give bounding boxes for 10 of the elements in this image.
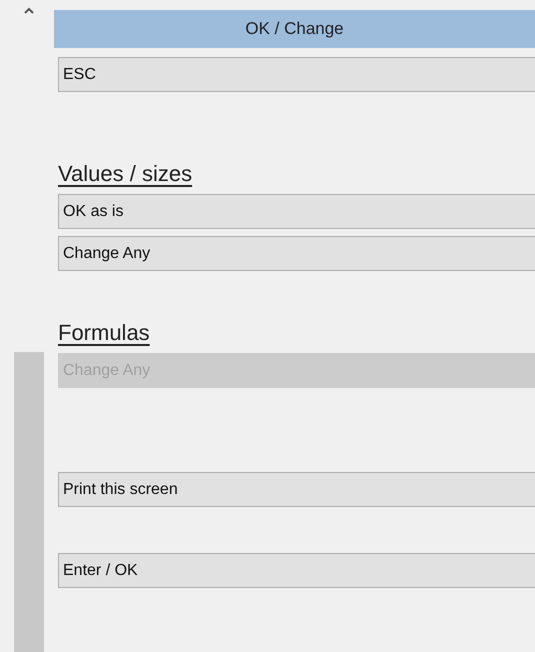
header-bar: OK / Change: [54, 10, 535, 48]
action-button[interactable]: Change Any: [58, 236, 535, 271]
scroll-thumb[interactable]: [14, 352, 44, 652]
action-button[interactable]: OK as is: [58, 194, 535, 229]
section-heading: Formulas: [58, 319, 150, 347]
action-button[interactable]: Print this screen: [58, 472, 535, 507]
section-heading: Values / sizes: [58, 160, 192, 188]
action-button[interactable]: ESC: [58, 57, 535, 92]
scroll-up-icon[interactable]: [24, 7, 34, 14]
action-button[interactable]: Enter / OK: [58, 553, 535, 588]
